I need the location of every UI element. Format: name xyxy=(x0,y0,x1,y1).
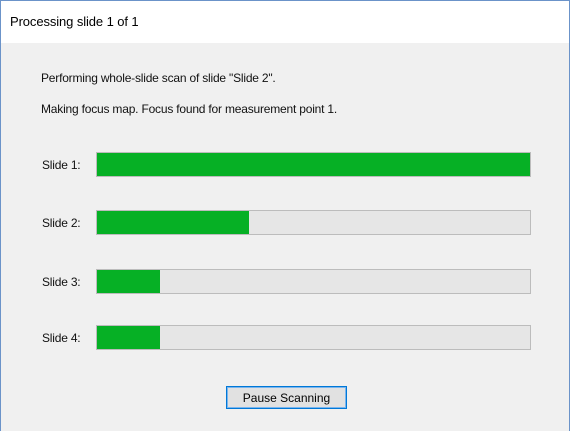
slide-2-progress-bar xyxy=(96,210,531,235)
slide-1-progress-bar xyxy=(96,152,531,177)
slide-1-progress-fill xyxy=(97,153,530,176)
slide-2-progress-fill xyxy=(97,211,249,234)
slide-4-progress-bar xyxy=(96,325,531,350)
slide-4-progress-fill xyxy=(97,326,160,349)
slide-3-label: Slide 3: xyxy=(42,275,81,289)
slide-2-label: Slide 2: xyxy=(42,216,81,230)
window-title: Processing slide 1 of 1 xyxy=(10,14,139,29)
pause-scanning-button[interactable]: Pause Scanning xyxy=(226,386,347,409)
status-message-focus: Making focus map. Focus found for measur… xyxy=(41,102,338,116)
scan-progress-dialog: Processing slide 1 of 1 Performing whole… xyxy=(0,0,570,431)
slide-1-label: Slide 1: xyxy=(42,158,81,172)
title-bar: Processing slide 1 of 1 xyxy=(1,1,569,43)
slide-4-label: Slide 4: xyxy=(42,331,81,345)
slide-3-progress-fill xyxy=(97,270,160,293)
status-message-scan: Performing whole-slide scan of slide "Sl… xyxy=(41,71,276,85)
slide-3-progress-bar xyxy=(96,269,531,294)
